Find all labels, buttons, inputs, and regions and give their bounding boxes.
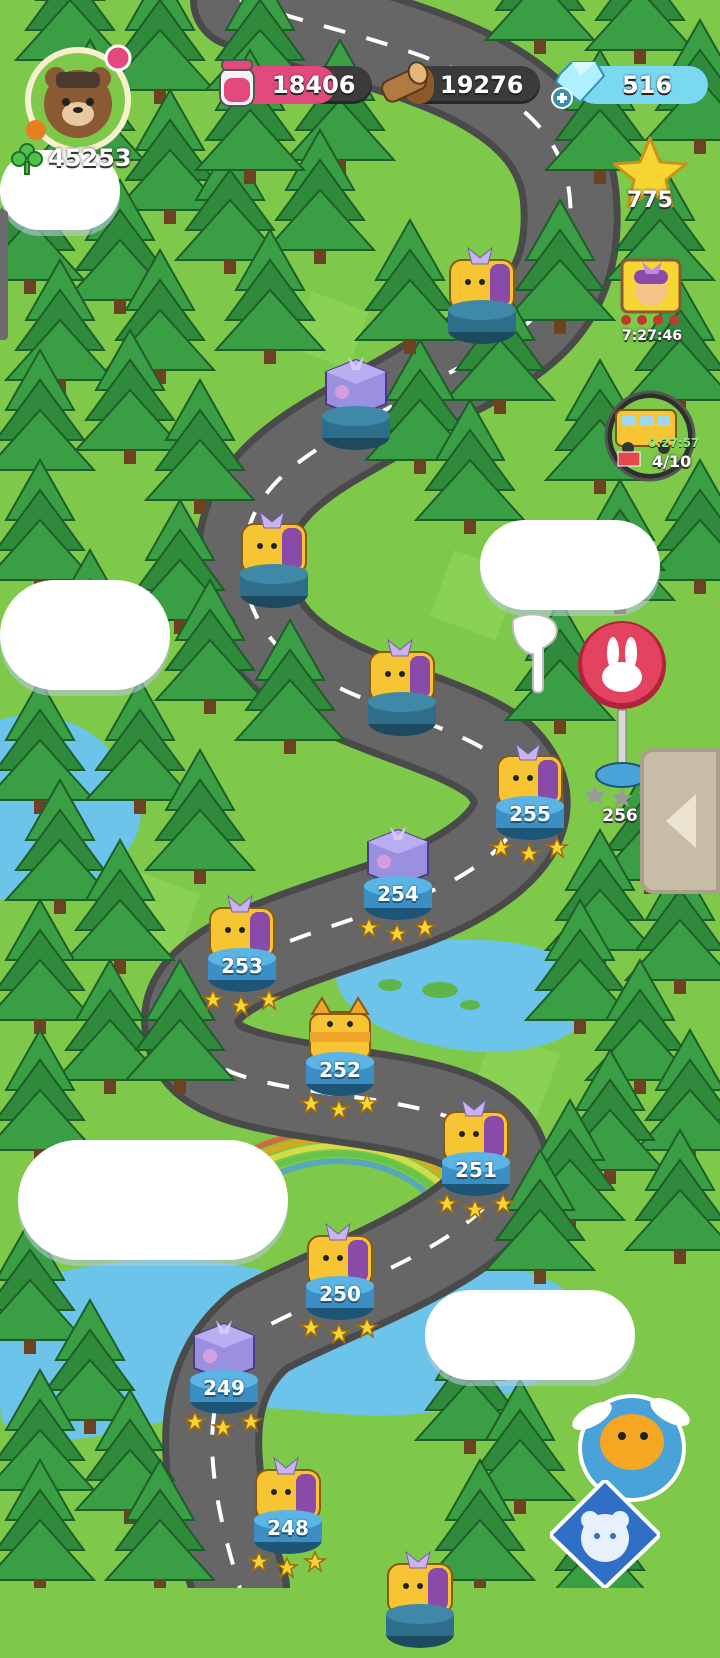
star-icon — [200, 988, 226, 1012]
pointer-hand-icon — [511, 613, 558, 694]
wood-log-icon — [381, 61, 429, 103]
locked-level-node[interactable] — [234, 508, 314, 618]
star-icon — [516, 842, 542, 866]
bus-event-progress: 4/10 — [652, 452, 692, 471]
star-icon — [274, 1556, 300, 1580]
level-node[interactable]: 249 — [179, 1314, 269, 1454]
bus-event-button[interactable]: 0:27:57 4/10 — [604, 390, 700, 482]
locked-level-node[interactable] — [316, 350, 396, 460]
chevron-left-icon — [666, 794, 696, 848]
star-icon — [302, 1550, 328, 1574]
event-button[interactable]: 7:27:46 — [612, 256, 692, 352]
star-icon — [384, 922, 410, 946]
level-stars — [197, 988, 287, 1018]
notification-dot — [104, 44, 132, 72]
star-icon — [412, 916, 438, 940]
star-icon — [326, 1322, 352, 1346]
level-stars — [431, 1192, 521, 1222]
star-icon — [228, 994, 254, 1018]
star-icon — [238, 1410, 264, 1434]
level-stars — [485, 836, 575, 866]
level-node[interactable]: 254 — [353, 820, 443, 960]
level-stars — [179, 1410, 269, 1440]
star-icon — [488, 836, 514, 860]
jam-count: 18406 — [272, 71, 356, 99]
level-stars — [243, 1550, 333, 1580]
player-avatar[interactable] — [22, 44, 134, 156]
level-node[interactable]: 253 — [197, 892, 287, 1032]
level-stars — [295, 1092, 385, 1122]
level-node[interactable]: 255 — [485, 740, 575, 880]
level-number: 249 — [203, 1376, 245, 1400]
level-number: 255 — [509, 802, 551, 826]
cloud — [480, 520, 660, 610]
star-icon — [256, 988, 282, 1012]
level-number: 252 — [319, 1058, 361, 1082]
jam-jar-icon — [219, 59, 255, 107]
wood-count: 19276 — [440, 71, 524, 99]
level-pedestal — [368, 692, 436, 736]
level-number: 250 — [319, 1282, 361, 1306]
level-number: 253 — [221, 954, 263, 978]
locked-level-node[interactable] — [442, 244, 522, 354]
bus-event-timer: 0:27:57 — [648, 436, 700, 450]
left-edge-handle[interactable] — [0, 210, 8, 340]
level-pedestal — [240, 564, 308, 608]
clover-icon — [621, 315, 679, 325]
level-node[interactable]: 250 — [295, 1220, 385, 1360]
level-stars — [353, 916, 443, 946]
locked-level-node[interactable] — [380, 1548, 460, 1658]
level-node[interactable]: 252 — [295, 996, 385, 1136]
level-stars — [295, 1316, 385, 1346]
star-icon — [490, 1192, 516, 1216]
level-number: 254 — [377, 882, 419, 906]
star-count: 775 — [627, 188, 673, 213]
gem-count: 516 — [622, 71, 673, 99]
clover-count: 45253 — [48, 144, 132, 172]
star-icon — [356, 916, 382, 940]
clover-icon — [11, 143, 43, 175]
star-icon — [298, 1092, 324, 1116]
level-node[interactable]: 251 — [431, 1096, 521, 1236]
star-icon — [326, 1098, 352, 1122]
cloud — [18, 1140, 288, 1260]
cloud — [0, 580, 170, 690]
star-icon — [544, 836, 570, 860]
level-pedestal — [448, 300, 516, 344]
side-panel-toggle[interactable] — [640, 748, 720, 894]
teddy-shield-button[interactable] — [547, 1477, 663, 1591]
ticket-icon — [617, 451, 641, 467]
level-pedestal — [322, 406, 390, 450]
level-number: 251 — [455, 1158, 497, 1182]
star-icon — [434, 1192, 460, 1216]
star-icon — [298, 1316, 324, 1340]
star-icon — [246, 1550, 272, 1574]
level-number: 248 — [267, 1516, 309, 1540]
level-pedestal — [386, 1604, 454, 1648]
locked-level-node[interactable] — [362, 636, 442, 746]
cloud — [425, 1290, 635, 1380]
star-counter[interactable]: 775 — [610, 134, 690, 220]
gem-icon — [551, 61, 606, 109]
star-icon — [210, 1416, 236, 1440]
star-icon — [354, 1092, 380, 1116]
star-icon — [462, 1198, 488, 1222]
event-timer: 7:27:46 — [622, 328, 682, 344]
star-icon — [182, 1410, 208, 1434]
level-node[interactable]: 248 — [243, 1454, 333, 1594]
star-icon — [354, 1316, 380, 1340]
